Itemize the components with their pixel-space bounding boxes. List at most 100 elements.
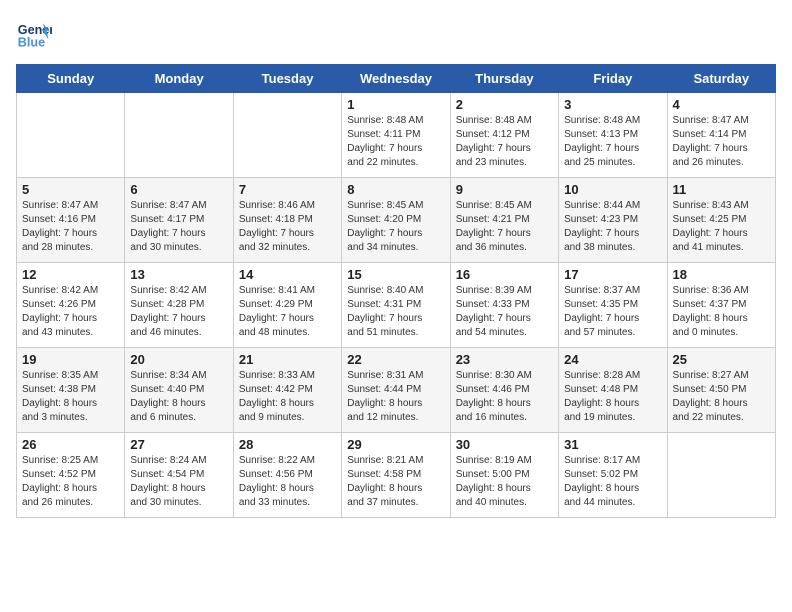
calendar-cell: 25 Sunrise: 8:27 AM Sunset: 4:50 PM Dayli… xyxy=(667,348,775,433)
day-info: Sunrise: 8:48 AM Sunset: 4:11 PM Dayligh… xyxy=(347,114,444,170)
day-info: Sunrise: 8:42 AM Sunset: 4:28 PM Dayligh… xyxy=(130,284,227,340)
weekday-header-saturday: Saturday xyxy=(667,65,775,93)
calendar-cell: 23Sunrise: 8:30 AM Sunset: 4:46 PM Dayli… xyxy=(450,348,558,433)
day-number: 16 xyxy=(456,267,553,282)
day-info: Sunrise: 8:44 AM Sunset: 4:23 PM Dayligh… xyxy=(564,199,661,255)
calendar-cell: 20 Sunrise: 8:34 AM Sunset: 4:40 PM Dayli… xyxy=(125,348,233,433)
day-info: Sunrise: 8:40 AM Sunset: 4:31 PM Dayligh… xyxy=(347,284,444,340)
calendar-cell: 14 Sunrise: 8:41 AM Sunset: 4:29 PM Dayli… xyxy=(233,263,341,348)
weekday-header-tuesday: Tuesday xyxy=(233,65,341,93)
page-header: General Blue xyxy=(16,16,776,52)
calendar-cell: 30 Sunrise: 8:19 AM Sunset: 5:00 PM Dayli… xyxy=(450,433,558,518)
day-number: 12 xyxy=(22,267,119,282)
calendar-week-2: 5 Sunrise: 8:47 AM Sunset: 4:16 PM Daylig… xyxy=(17,178,776,263)
day-info: Sunrise: 8:48 AM Sunset: 4:12 PM Dayligh… xyxy=(456,114,553,170)
day-number: 30 xyxy=(456,437,553,452)
calendar-cell xyxy=(17,93,125,178)
calendar-cell: 21 Sunrise: 8:33 AM Sunset: 4:42 PM Dayli… xyxy=(233,348,341,433)
day-info: Sunrise: 8:46 AM Sunset: 4:18 PM Dayligh… xyxy=(239,199,336,255)
weekday-header-sunday: Sunday xyxy=(17,65,125,93)
day-number: 28 xyxy=(239,437,336,452)
calendar-cell: 6Sunrise: 8:47 AM Sunset: 4:17 PM Daylig… xyxy=(125,178,233,263)
day-info: Sunrise: 8:45 AM Sunset: 4:20 PM Dayligh… xyxy=(347,199,444,255)
weekday-header-row: SundayMondayTuesdayWednesdayThursdayFrid… xyxy=(17,65,776,93)
day-number: 20 xyxy=(130,352,227,367)
calendar-cell: 8 Sunrise: 8:45 AM Sunset: 4:20 PM Daylig… xyxy=(342,178,450,263)
calendar-body: 1 Sunrise: 8:48 AM Sunset: 4:11 PM Daylig… xyxy=(17,93,776,518)
day-info: Sunrise: 8:34 AM Sunset: 4:40 PM Dayligh… xyxy=(130,369,227,425)
day-info: Sunrise: 8:45 AM Sunset: 4:21 PM Dayligh… xyxy=(456,199,553,255)
day-number: 23 xyxy=(456,352,553,367)
calendar-cell: 10 Sunrise: 8:44 AM Sunset: 4:23 PM Dayli… xyxy=(559,178,667,263)
calendar-cell: 18Sunrise: 8:36 AM Sunset: 4:37 PM Dayli… xyxy=(667,263,775,348)
calendar-cell: 22Sunrise: 8:31 AM Sunset: 4:44 PM Dayli… xyxy=(342,348,450,433)
day-number: 24 xyxy=(564,352,661,367)
calendar-cell: 7 Sunrise: 8:46 AM Sunset: 4:18 PM Daylig… xyxy=(233,178,341,263)
calendar-week-5: 26 Sunrise: 8:25 AM Sunset: 4:52 PM Dayli… xyxy=(17,433,776,518)
day-info: Sunrise: 8:48 AM Sunset: 4:13 PM Dayligh… xyxy=(564,114,661,170)
calendar-week-4: 19 Sunrise: 8:35 AM Sunset: 4:38 PM Dayli… xyxy=(17,348,776,433)
day-info: Sunrise: 8:22 AM Sunset: 4:56 PM Dayligh… xyxy=(239,454,336,510)
day-info: Sunrise: 8:39 AM Sunset: 4:33 PM Dayligh… xyxy=(456,284,553,340)
day-number: 17 xyxy=(564,267,661,282)
day-number: 14 xyxy=(239,267,336,282)
calendar-cell: 13Sunrise: 8:42 AM Sunset: 4:28 PM Dayli… xyxy=(125,263,233,348)
day-info: Sunrise: 8:19 AM Sunset: 5:00 PM Dayligh… xyxy=(456,454,553,510)
weekday-header-friday: Friday xyxy=(559,65,667,93)
day-info: Sunrise: 8:25 AM Sunset: 4:52 PM Dayligh… xyxy=(22,454,119,510)
calendar-cell: 27 Sunrise: 8:24 AM Sunset: 4:54 PM Dayli… xyxy=(125,433,233,518)
day-number: 18 xyxy=(673,267,770,282)
calendar-cell: 17 Sunrise: 8:37 AM Sunset: 4:35 PM Dayli… xyxy=(559,263,667,348)
calendar-cell: 31Sunrise: 8:17 AM Sunset: 5:02 PM Dayli… xyxy=(559,433,667,518)
day-info: Sunrise: 8:47 AM Sunset: 4:16 PM Dayligh… xyxy=(22,199,119,255)
calendar-cell: 11Sunrise: 8:43 AM Sunset: 4:25 PM Dayli… xyxy=(667,178,775,263)
day-number: 5 xyxy=(22,182,119,197)
calendar-cell: 26 Sunrise: 8:25 AM Sunset: 4:52 PM Dayli… xyxy=(17,433,125,518)
calendar-cell: 29Sunrise: 8:21 AM Sunset: 4:58 PM Dayli… xyxy=(342,433,450,518)
calendar-cell: 9 Sunrise: 8:45 AM Sunset: 4:21 PM Daylig… xyxy=(450,178,558,263)
logo: General Blue xyxy=(16,16,52,52)
day-info: Sunrise: 8:41 AM Sunset: 4:29 PM Dayligh… xyxy=(239,284,336,340)
day-number: 6 xyxy=(130,182,227,197)
calendar-cell xyxy=(125,93,233,178)
day-number: 27 xyxy=(130,437,227,452)
day-number: 10 xyxy=(564,182,661,197)
day-number: 19 xyxy=(22,352,119,367)
day-number: 4 xyxy=(673,97,770,112)
day-number: 2 xyxy=(456,97,553,112)
calendar-header: SundayMondayTuesdayWednesdayThursdayFrid… xyxy=(17,65,776,93)
day-number: 3 xyxy=(564,97,661,112)
calendar-cell: 2 Sunrise: 8:48 AM Sunset: 4:12 PM Daylig… xyxy=(450,93,558,178)
calendar-cell: 4Sunrise: 8:47 AM Sunset: 4:14 PM Daylig… xyxy=(667,93,775,178)
calendar-cell: 15 Sunrise: 8:40 AM Sunset: 4:31 PM Dayli… xyxy=(342,263,450,348)
day-number: 7 xyxy=(239,182,336,197)
day-number: 1 xyxy=(347,97,444,112)
day-info: Sunrise: 8:27 AM Sunset: 4:50 PM Dayligh… xyxy=(673,369,770,425)
day-number: 26 xyxy=(22,437,119,452)
calendar-cell xyxy=(233,93,341,178)
calendar-cell: 24Sunrise: 8:28 AM Sunset: 4:48 PM Dayli… xyxy=(559,348,667,433)
day-number: 21 xyxy=(239,352,336,367)
calendar-cell: 1 Sunrise: 8:48 AM Sunset: 4:11 PM Daylig… xyxy=(342,93,450,178)
svg-text:Blue: Blue xyxy=(18,36,45,50)
day-info: Sunrise: 8:24 AM Sunset: 4:54 PM Dayligh… xyxy=(130,454,227,510)
day-number: 9 xyxy=(456,182,553,197)
calendar-cell: 28 Sunrise: 8:22 AM Sunset: 4:56 PM Dayli… xyxy=(233,433,341,518)
day-number: 25 xyxy=(673,352,770,367)
day-number: 8 xyxy=(347,182,444,197)
day-info: Sunrise: 8:33 AM Sunset: 4:42 PM Dayligh… xyxy=(239,369,336,425)
day-info: Sunrise: 8:37 AM Sunset: 4:35 PM Dayligh… xyxy=(564,284,661,340)
logo-icon: General Blue xyxy=(16,16,52,52)
day-info: Sunrise: 8:35 AM Sunset: 4:38 PM Dayligh… xyxy=(22,369,119,425)
day-number: 15 xyxy=(347,267,444,282)
day-info: Sunrise: 8:42 AM Sunset: 4:26 PM Dayligh… xyxy=(22,284,119,340)
day-number: 22 xyxy=(347,352,444,367)
calendar-cell: 16 Sunrise: 8:39 AM Sunset: 4:33 PM Dayli… xyxy=(450,263,558,348)
calendar-cell: 3 Sunrise: 8:48 AM Sunset: 4:13 PM Daylig… xyxy=(559,93,667,178)
calendar-cell: 5 Sunrise: 8:47 AM Sunset: 4:16 PM Daylig… xyxy=(17,178,125,263)
calendar-cell: 19 Sunrise: 8:35 AM Sunset: 4:38 PM Dayli… xyxy=(17,348,125,433)
calendar-cell: 12 Sunrise: 8:42 AM Sunset: 4:26 PM Dayli… xyxy=(17,263,125,348)
weekday-header-monday: Monday xyxy=(125,65,233,93)
calendar-week-1: 1 Sunrise: 8:48 AM Sunset: 4:11 PM Daylig… xyxy=(17,93,776,178)
day-info: Sunrise: 8:21 AM Sunset: 4:58 PM Dayligh… xyxy=(347,454,444,510)
